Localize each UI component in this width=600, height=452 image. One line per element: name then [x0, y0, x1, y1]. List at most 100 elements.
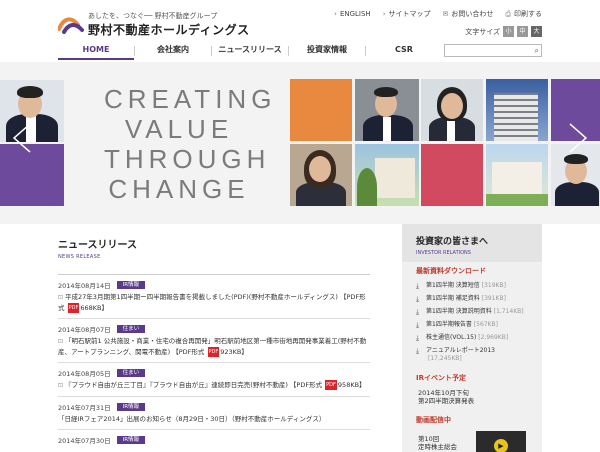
news-list: 2014年08月14日 IR情報 ⊡ 平成27年3月期第1四半期ー四半期報告書を掲…	[58, 274, 370, 449]
ir-subtitle: INVESTOR RELATIONS	[416, 250, 471, 256]
english-label: ENGLISH	[339, 10, 371, 18]
news-text: 『プラウド自由が丘三丁目』『プラウド自由が丘』連続即日完売(野村不動産) 【PD…	[65, 381, 323, 389]
news-date: 2014年08月14日	[58, 281, 111, 290]
pdf-icon: PDF	[207, 347, 220, 357]
nav-company[interactable]: 会社案内	[135, 42, 211, 60]
nav-news[interactable]: ニュースリリース	[212, 42, 288, 60]
hero-banner: CREATING VALUE THROUGH CHANGE	[0, 62, 600, 224]
hero-photo-residence-1	[355, 144, 419, 206]
download-icon: ⤓	[416, 334, 420, 342]
news-link[interactable]: ⊡ 平成27年3月期第1四半期ー四半期報告書を掲載しました(PDF)(野村不動産ホ…	[58, 292, 370, 313]
download-size: [391KB]	[481, 295, 506, 302]
news-date: 2014年07月30日	[58, 436, 111, 445]
news-date: 2014年07月31日	[58, 403, 111, 412]
news-pdf-size: 668KB】	[80, 304, 108, 312]
download-icon: ⤓	[416, 295, 420, 303]
hero-tile-rose	[421, 144, 483, 206]
download-icon: ⤓	[416, 308, 420, 316]
font-size-medium-button[interactable]: 中	[517, 26, 528, 37]
search-input[interactable]: ⌕	[444, 44, 542, 57]
company-logo[interactable]: あしたを、つなぐ── 野村不動産グループ 野村不動産ホールディングス	[58, 9, 258, 37]
pdf-icon: PDF	[67, 303, 80, 313]
play-icon[interactable]: ▶	[494, 439, 508, 452]
download-label: 株主通信(VOL.15)	[426, 334, 477, 341]
carousel-next-icon[interactable]	[560, 122, 592, 154]
video-line-1: 第10回	[418, 435, 440, 443]
news-link[interactable]: 「日経IRフェア2014」出展のお知らせ（8月29日・30日）（野村不動産ホール…	[58, 414, 370, 424]
download-item[interactable]: ⤓ 第1四半期 決算短信 [319KB]	[416, 282, 536, 290]
search-icon[interactable]: ⌕	[535, 46, 539, 56]
ir-event-name: 第2四半期決算発表	[418, 397, 475, 405]
hero-photo-woman-1	[421, 79, 483, 141]
video-line-2: 定時株主総会	[418, 443, 457, 451]
news-item: 2014年07月30日 IR情報	[58, 429, 370, 449]
print-link[interactable]: ⎙ 印刷する	[505, 9, 542, 19]
download-item[interactable]: ⤓ 第1四半期報告書 [567KB]	[416, 321, 536, 329]
slogan-line-3: THROUGH	[104, 144, 271, 174]
news-category-tag: IR情報	[116, 280, 146, 289]
investor-relations-panel: 投資家の皆さまへ INVESTOR RELATIONS 最新資料ダウンロード ⤓…	[402, 224, 542, 452]
nav-csr[interactable]: CSR	[366, 42, 442, 60]
news-item: 2014年08月14日 IR情報 ⊡ 平成27年3月期第1四半期ー四半期報告書を掲…	[58, 274, 370, 318]
download-icon: ⤓	[416, 321, 420, 329]
font-size-large-button[interactable]: 大	[531, 26, 542, 37]
news-item: 2014年07月31日 IR情報 「日経IRフェア2014」出展のお知らせ（8月…	[58, 396, 370, 429]
news-text-prefix: 「明石駅前1 公共施設・商業・住宅の複合再開発」	[65, 337, 215, 345]
sitemap-link[interactable]: › サイトマップ	[383, 9, 431, 19]
news-category-tag: IR情報	[116, 435, 146, 444]
font-size-control: 文字サイズ 小 中 大	[465, 26, 542, 37]
hero-photo-building-1	[486, 79, 548, 141]
link-icon: ⊡	[58, 382, 64, 389]
ir-event-date: 2014年10月下旬	[418, 389, 469, 397]
downloads-heading: 最新資料ダウンロード	[416, 267, 486, 275]
hero-photo-residence-2	[486, 144, 548, 206]
news-link[interactable]: ⊡ 『プラウド自由が丘三丁目』『プラウド自由が丘』連続即日完売(野村不動産) 【P…	[58, 380, 370, 391]
ir-header[interactable]: 投資家の皆さまへ INVESTOR RELATIONS	[402, 224, 542, 262]
utility-nav: › ENGLISH › サイトマップ ✉ お問い合わせ ⎙ 印刷する	[334, 9, 542, 19]
hero-photo-man-2	[355, 79, 419, 141]
news-pdf-size: 958KB】	[337, 381, 366, 389]
english-link[interactable]: › ENGLISH	[334, 9, 371, 19]
download-label: 第1四半期 決算説明資料	[426, 308, 492, 315]
download-size: [17,245KB]	[428, 355, 462, 362]
download-label: 第1四半期 決算短信	[426, 282, 480, 289]
font-size-small-button[interactable]: 小	[503, 26, 514, 37]
link-icon: ⊡	[58, 294, 64, 301]
download-item[interactable]: ⤓ 第1四半期 決算説明資料 [1,714KB]	[416, 308, 536, 316]
download-item[interactable]: ⤓ 株主通信(VOL.15) [2,969KB]	[416, 334, 536, 342]
nav-home[interactable]: HOME	[58, 42, 134, 60]
download-icon: ⤓	[416, 347, 420, 355]
mail-icon: ✉	[442, 10, 449, 18]
slogan-line-1: CREATING	[104, 84, 277, 114]
ir-event-heading: IRイベント予定	[416, 374, 466, 382]
download-size: [567KB]	[473, 321, 499, 328]
contact-label: お問い合わせ	[451, 10, 494, 18]
sitemap-label: サイトマップ	[388, 10, 431, 18]
download-item[interactable]: ⤓ 第1四半期 補足資料 [391KB]	[416, 295, 536, 303]
download-label: アニュアルレポート2013	[426, 347, 495, 354]
hero-tile-orange	[290, 79, 352, 141]
news-category-tag: 住まい	[116, 368, 146, 377]
news-category-tag: IR情報	[116, 402, 146, 411]
site-header: あしたを、つなぐ── 野村不動産グループ 野村不動産ホールディングス › ENGL…	[0, 0, 600, 62]
slogan-line-4: CHANGE	[108, 174, 250, 204]
nav-investors[interactable]: 投資家情報	[289, 42, 365, 60]
news-item: 2014年08月05日 住まい ⊡ 『プラウド自由が丘三丁目』『プラウド自由が丘』…	[58, 362, 370, 396]
news-release-section: ニュースリリース NEWS RELEASE 2014年08月14日 IR情報 ⊡…	[58, 236, 370, 449]
download-label: 第1四半期報告書	[426, 321, 472, 328]
news-pdf-size: 923KB】	[220, 348, 248, 356]
contact-link[interactable]: ✉ お問い合わせ	[443, 9, 494, 19]
download-size: [1,714KB]	[493, 308, 524, 315]
logo-company-name: 野村不動産ホールディングス	[88, 23, 250, 37]
hero-photo-woman-2	[290, 144, 352, 206]
arrow-icon: ›	[334, 10, 337, 18]
video-link[interactable]: 第10回 定時株主総会 ▶	[416, 431, 536, 452]
hero-slogan: CREATING VALUE THROUGH CHANGE	[104, 84, 277, 204]
slogan-line-2: VALUE	[124, 114, 234, 144]
download-item[interactable]: ⤓ アニュアルレポート2013 [17,245KB]	[416, 347, 536, 363]
news-link[interactable]: ⊡ 「明石駅前1 公共施設・商業・住宅の複合再開発」明石駅前地区第一種市街地再開発…	[58, 336, 370, 357]
download-icon: ⤓	[416, 282, 420, 290]
print-label: 印刷する	[514, 10, 542, 18]
news-text: 「日経IRフェア2014」出展のお知らせ（8月29日・30日）（野村不動産ホール…	[58, 415, 326, 423]
carousel-prev-icon[interactable]	[8, 122, 40, 154]
